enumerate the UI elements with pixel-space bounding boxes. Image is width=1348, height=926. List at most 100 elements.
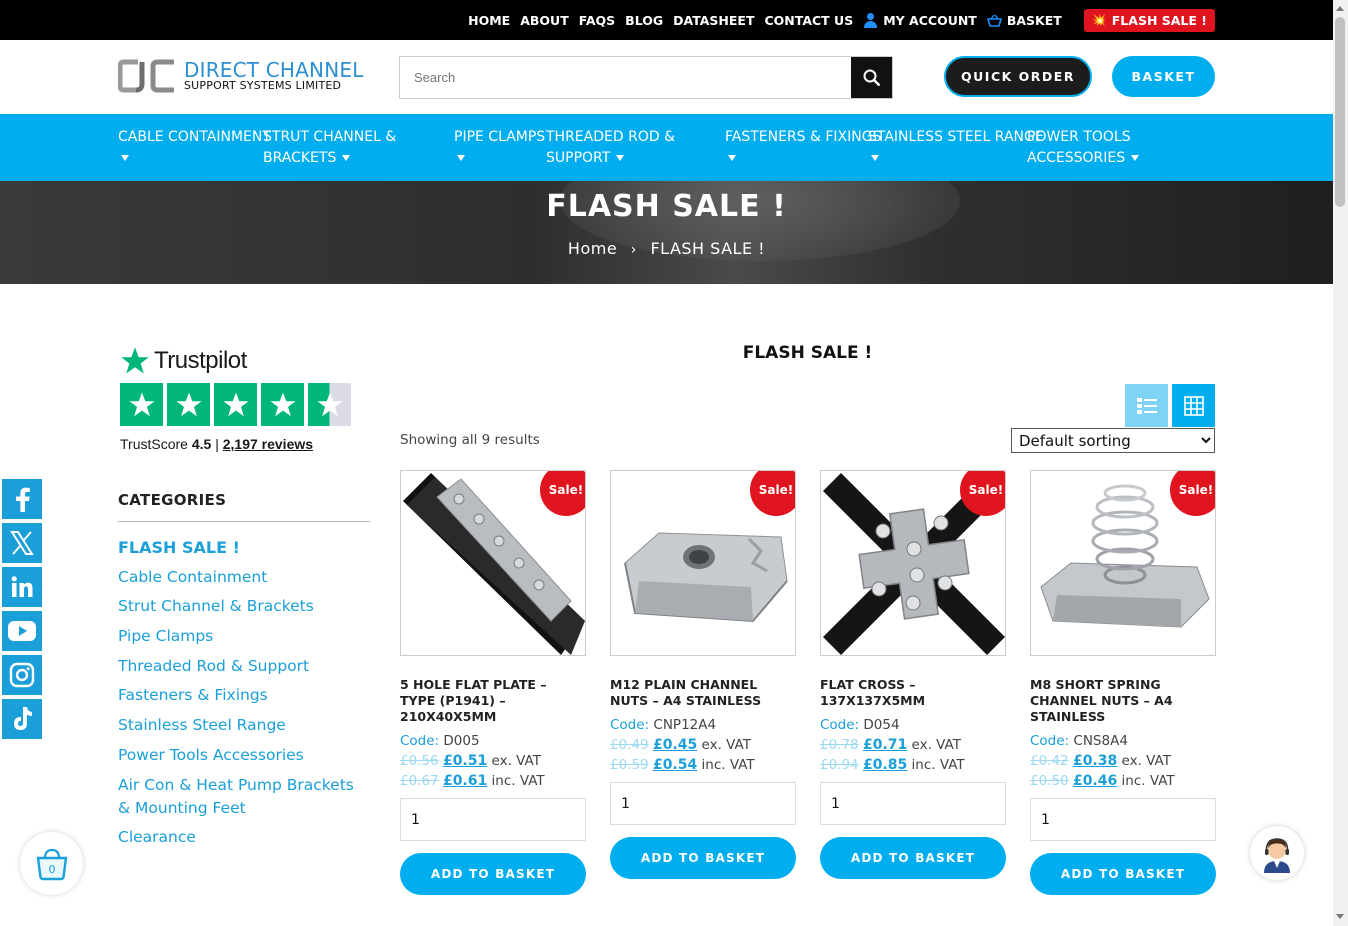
list-view-button[interactable]: [1125, 384, 1168, 427]
top-nav: HOME ABOUT FAQS BLOG DATASHEET CONTACT U…: [468, 0, 1215, 40]
topnav-contact-link[interactable]: CONTACT US: [765, 13, 854, 28]
old-price: £0.50: [1030, 773, 1069, 789]
quantity-input[interactable]: 1: [610, 782, 796, 825]
product-image-link[interactable]: Sale!: [610, 470, 796, 656]
star-icon: [214, 383, 257, 426]
product-code: Code: D054: [820, 716, 1006, 735]
youtube-icon[interactable]: [2, 611, 42, 651]
category-link-cable-containment[interactable]: Cable Containment: [118, 566, 370, 589]
quantity-input[interactable]: 1: [1030, 798, 1216, 841]
price-inc-vat: £0.67 £0.61 inc. VAT: [400, 771, 586, 791]
nav-item-fasteners[interactable]: FASTENERS & FIXINGS: [725, 127, 882, 169]
category-link-threaded-rod[interactable]: Threaded Rod & Support: [118, 655, 370, 678]
search-icon: [863, 69, 880, 86]
instagram-icon[interactable]: [2, 655, 42, 695]
topnav-flash-sale-button[interactable]: 💥 FLASH SALE !: [1083, 8, 1215, 32]
product-image-link[interactable]: Sale!: [400, 470, 586, 656]
add-to-basket-button[interactable]: ADD TO BASKET: [400, 853, 586, 895]
old-price: £0.78: [820, 737, 859, 753]
trustpilot-reviews-link[interactable]: 2,197 reviews: [223, 436, 313, 452]
chevron-down-icon: [871, 155, 879, 161]
product-title[interactable]: M12 PLAIN CHANNEL NUTS – A4 STAINLESS: [610, 677, 796, 709]
header-basket-button[interactable]: BASKET: [1112, 56, 1215, 97]
page-scrollbar[interactable]: [1333, 0, 1348, 926]
trustscore-divider: |: [215, 436, 219, 452]
category-link-flash-sale[interactable]: FLASH SALE !: [118, 536, 370, 559]
old-price: £0.59: [610, 757, 649, 773]
topnav-basket-label: BASKET: [1006, 12, 1062, 28]
floating-basket-button[interactable]: 0: [20, 832, 83, 895]
topnav-faqs-link[interactable]: FAQS: [579, 13, 615, 28]
top-bar: HOME ABOUT FAQS BLOG DATASHEET CONTACT U…: [0, 0, 1333, 40]
quick-order-button[interactable]: QUICK ORDER: [944, 56, 1092, 97]
scroll-down-arrow-icon[interactable]: [1336, 914, 1344, 919]
category-link-air-con[interactable]: Air Con & Heat Pump Brackets & Mounting …: [118, 774, 370, 820]
x-icon[interactable]: [2, 523, 42, 563]
vat-label: ex. VAT: [911, 737, 961, 753]
tiktok-icon[interactable]: [2, 699, 42, 739]
nav-item-threaded-rod[interactable]: THREADED ROD & SUPPORT: [546, 127, 675, 169]
search-input[interactable]: [400, 57, 851, 98]
sorting-select[interactable]: Default sorting: [1011, 428, 1215, 453]
trustpilot-widget[interactable]: Trustpilot TrustScore 4.5 | 2,197 review…: [120, 346, 355, 452]
vat-label: inc. VAT: [911, 757, 965, 773]
product-image-link[interactable]: Sale!: [1030, 470, 1216, 656]
add-to-basket-button[interactable]: ADD TO BASKET: [610, 837, 796, 879]
nav-item-strut-channel[interactable]: STRUT CHANNEL & BRACKETS: [263, 127, 396, 169]
topnav-account-link[interactable]: MY ACCOUNT: [863, 12, 977, 28]
search-button[interactable]: [851, 57, 892, 98]
topnav-blog-link[interactable]: BLOG: [625, 13, 663, 28]
sale-price: £0.61: [442, 773, 488, 789]
vat-label: inc. VAT: [701, 757, 755, 773]
nav-item-power-tools[interactable]: POWER TOOLS ACCESSORIES: [1027, 127, 1140, 169]
nav-item-stainless-steel[interactable]: STAINLESS STEEL RANGE: [868, 127, 1044, 169]
trustpilot-rating-stars: [120, 383, 355, 426]
category-link-pipe-clamps[interactable]: Pipe Clamps: [118, 625, 370, 648]
user-icon: [863, 12, 878, 28]
add-to-basket-button[interactable]: ADD TO BASKET: [820, 837, 1006, 879]
grid-view-button[interactable]: [1172, 384, 1215, 427]
quantity-input[interactable]: 1: [820, 782, 1006, 825]
chat-support-button[interactable]: [1250, 826, 1304, 880]
search-bar: [399, 56, 893, 99]
sale-price: £0.51: [442, 753, 488, 769]
product-title[interactable]: FLAT CROSS – 137X137X5MM: [820, 677, 1006, 709]
category-link-clearance[interactable]: Clearance: [118, 826, 370, 849]
facebook-icon[interactable]: [2, 479, 42, 519]
nav-item-label: POWER TOOLS: [1027, 129, 1131, 145]
product-image-link[interactable]: Sale!: [820, 470, 1006, 656]
nav-item-cable-containment[interactable]: CABLE CONTAINMENT: [118, 127, 271, 169]
category-link-strut-channel[interactable]: Strut Channel & Brackets: [118, 595, 370, 618]
vat-label: ex. VAT: [491, 753, 541, 769]
category-link-fasteners[interactable]: Fasteners & Fixings: [118, 684, 370, 707]
nav-item-label: CABLE CONTAINMENT: [118, 129, 271, 145]
add-to-basket-button[interactable]: ADD TO BASKET: [1030, 853, 1216, 895]
scroll-up-arrow-icon[interactable]: [1336, 6, 1344, 11]
nav-item-label-2: ACCESSORIES: [1027, 150, 1126, 166]
trustpilot-logo: Trustpilot: [120, 346, 355, 376]
nav-item-pipe-clamps[interactable]: PIPE CLAMPS: [454, 127, 545, 169]
categories-divider: [118, 521, 370, 522]
chevron-down-icon: [342, 155, 351, 161]
product-title[interactable]: M8 SHORT SPRING CHANNEL NUTS – A4 STAINL…: [1030, 677, 1216, 725]
old-price: £0.94: [820, 757, 859, 773]
trustscore-label: TrustScore: [120, 436, 188, 452]
sale-price: £0.54: [652, 757, 698, 773]
scrollbar-thumb[interactable]: [1335, 17, 1345, 207]
quantity-input[interactable]: 1: [400, 798, 586, 841]
topnav-basket-link[interactable]: BASKET: [986, 12, 1062, 28]
topnav-home-link[interactable]: HOME: [468, 13, 510, 28]
nav-item-label: PIPE CLAMPS: [454, 129, 546, 145]
topnav-datasheet-link[interactable]: DATASHEET: [673, 13, 754, 28]
sale-price: £0.45: [652, 737, 698, 753]
category-link-stainless-steel[interactable]: Stainless Steel Range: [118, 714, 370, 737]
product-code: Code: CNP12A4: [610, 716, 796, 735]
product-title[interactable]: 5 HOLE FLAT PLATE – TYPE (P1941) – 210X4…: [400, 677, 586, 725]
topnav-about-link[interactable]: ABOUT: [520, 13, 569, 28]
categories-heading: CATEGORIES: [118, 491, 227, 509]
breadcrumb-home-link[interactable]: Home: [568, 239, 617, 258]
category-link-power-tools[interactable]: Power Tools Accessories: [118, 744, 370, 767]
product-code-label: Code:: [610, 717, 650, 733]
linkedin-icon[interactable]: [2, 567, 42, 607]
site-logo[interactable]: DIRECT CHANNEL SUPPORT SYSTEMS LIMITED: [118, 58, 364, 94]
